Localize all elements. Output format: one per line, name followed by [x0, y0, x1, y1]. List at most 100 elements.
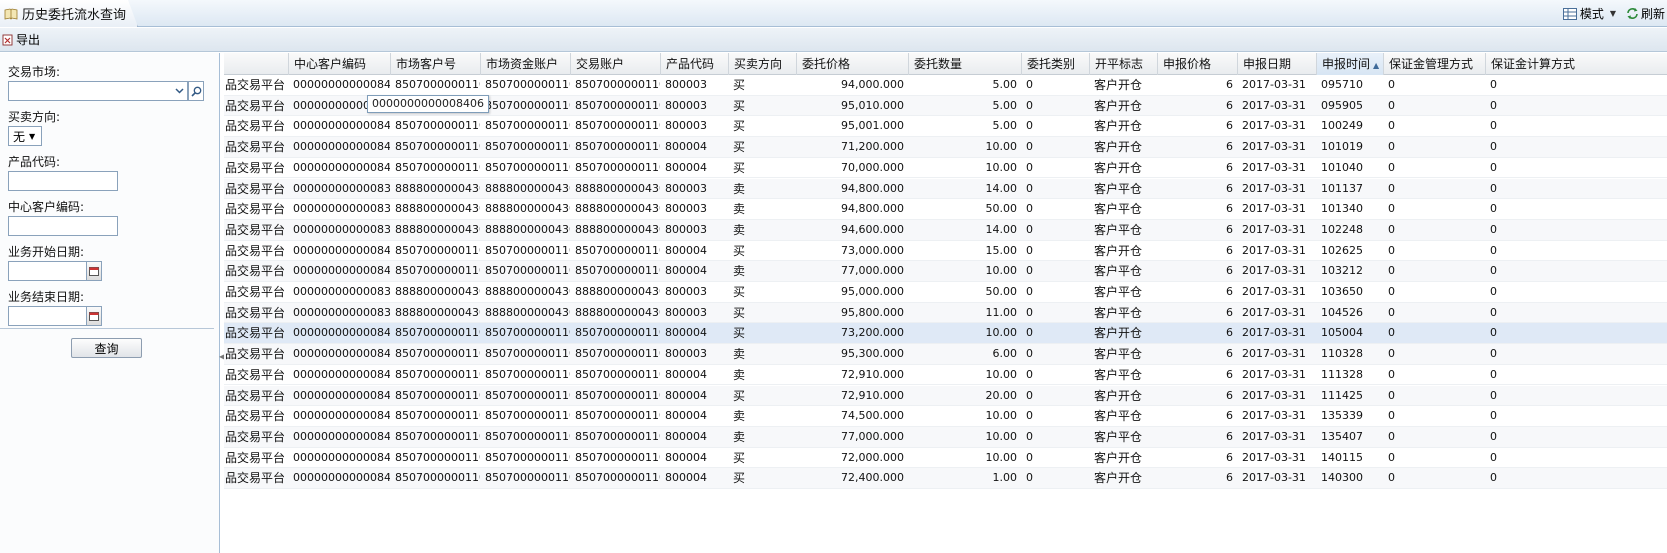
cell-declared-price: 6 [1226, 285, 1233, 298]
cell-declared-price: 6 [1226, 450, 1233, 464]
column-header-order-type[interactable]: 委托类别 [1021, 53, 1089, 75]
table-row[interactable]: 品交易平台 0000000000008406 85070000001101 85070… [224, 323, 1667, 345]
cell-order-type: 0 [1026, 264, 1033, 278]
search-icon[interactable] [188, 81, 204, 101]
cell-declared-time: 135339 [1321, 409, 1363, 423]
direction-select[interactable]: 无 ▼ [8, 126, 42, 146]
calendar-icon[interactable] [86, 261, 102, 281]
end-date-input[interactable] [8, 306, 87, 326]
column-header-product-code[interactable]: 产品代码 [660, 53, 728, 75]
table-row[interactable]: 品交易平台 0000000000008406 85070000001101 85070… [224, 385, 1667, 407]
column-header-declared-time[interactable]: 申报时间 ▲ [1316, 53, 1383, 75]
cell-order-price: 72,400.000 [841, 471, 904, 485]
cell-center-client-code: 0000000000008406 [293, 78, 390, 91]
cell-declared-time: 102248 [1321, 222, 1363, 236]
cell-center-client-code: 0000000000008406 [293, 450, 390, 464]
cell-order-price: 95,800.000 [841, 305, 904, 319]
column-header-open-close-flag[interactable]: 开平标志 [1089, 53, 1157, 75]
table-row[interactable]: 品交易平台 0000000000008406 85070000001101 85070… [224, 116, 1667, 138]
column-header-margin-calc-mode[interactable]: 保证金计算方式 [1485, 53, 1595, 75]
cell-row-prefix: 品交易平台 [225, 429, 286, 444]
table-row[interactable]: 品交易平台 0000000000008406 85070000001101 85070… [224, 365, 1667, 386]
product-code-input[interactable] [8, 171, 118, 191]
cell-market-fund-account: 85070000001101 [485, 98, 570, 112]
cell-open-close-flag: 客户平仓 [1094, 285, 1143, 299]
cell-product-code: 800004 [665, 429, 707, 443]
column-header-row-prefix[interactable] [224, 53, 288, 75]
column-header-margin-mgmt-mode[interactable]: 保证金管理方式 [1383, 53, 1485, 75]
cell-order-quantity: 50.00 [985, 285, 1018, 298]
cell-order-quantity: 10.00 [985, 429, 1018, 443]
column-header-market-client-no[interactable]: 市场客户号 [390, 53, 480, 75]
cell-margin-mgmt-mode: 0 [1388, 429, 1395, 443]
mode-button[interactable]: 模式 [1562, 5, 1604, 22]
cell-buy-sell-direction: 买 [733, 471, 746, 486]
market-combobox[interactable] [8, 81, 188, 101]
chevron-down-icon[interactable] [171, 81, 187, 101]
product-code-label: 产品代码: [8, 155, 61, 169]
table-row[interactable]: 品交易平台 0000000000008406 85070000001101 85070… [224, 158, 1667, 179]
table-row[interactable]: 品交易平台 0000000000008406 85070000001101 85070… [224, 406, 1667, 427]
column-header-buy-sell-direction[interactable]: 买卖方向 [728, 53, 796, 75]
column-header-market-fund-account[interactable]: 市场资金账户 [480, 53, 570, 75]
table-row[interactable]: 品交易平台 0000000000008391 88880000004301 88880… [224, 178, 1667, 200]
cell-order-type: 0 [1026, 471, 1033, 485]
cell-market-client-no: 88880000004301 [395, 181, 480, 195]
table-row[interactable]: 品交易平台 0000000000008406 85070000001101 85070… [224, 448, 1667, 469]
cell-market-client-no: 85070000001101 [395, 119, 480, 133]
cell-row-prefix: 品交易平台 [225, 326, 286, 341]
cell-open-close-flag: 客户平仓 [1094, 181, 1143, 196]
table-row[interactable]: 品交易平台 0000000000008406 85070000001101 85070… [224, 241, 1667, 262]
cell-trade-account: 88880000004301 [575, 285, 660, 298]
column-header-order-quantity[interactable]: 委托数量 [908, 53, 1021, 75]
export-button[interactable]: 导出 [2, 31, 40, 48]
orders-grid: 中心客户编码 市场客户号 市场资金账户 交易账户 产品代码 买卖方向 委托价格 委托数量 委托类… [224, 53, 1667, 553]
cell-declared-time: 135407 [1321, 429, 1363, 443]
table-row[interactable]: 品交易平台 0000000000008406 85070000001101 85070… [224, 261, 1667, 282]
cell-margin-mgmt-mode: 0 [1388, 119, 1395, 133]
cell-declared-date: 2017-03-31 [1242, 140, 1306, 154]
cell-order-quantity: 10.00 [985, 367, 1018, 381]
cell-center-client-code: 0000000000008406 [293, 409, 390, 423]
cell-order-quantity: 5.00 [992, 98, 1018, 112]
tab-history-orders[interactable]: 历史委托流水查询 [0, 0, 138, 27]
table-row[interactable]: 品交易平台 0000000000008406 85070000001101 85070… [224, 75, 1667, 96]
cell-trade-account: 85070000001101 [575, 243, 660, 257]
cell-declared-time: 104526 [1321, 305, 1363, 319]
cell-center-client-code: 0000000000008406 [293, 243, 390, 257]
cell-order-type: 0 [1026, 181, 1033, 195]
cell-center-client-code: 0000000000008391 [293, 202, 390, 216]
table-row[interactable]: 品交易平台 0000000000008406 85070000001101 85070… [224, 426, 1667, 448]
table-row[interactable]: 品交易平台 0000000000008406 85070000001101 85070… [224, 137, 1667, 158]
column-header-trade-account[interactable]: 交易账户 [570, 53, 660, 75]
cell-market-client-no: 85070000001101 [395, 450, 480, 464]
start-date-input[interactable] [8, 261, 87, 281]
table-row[interactable]: 品交易平台 0000000000008391 88880000004301 88880… [224, 302, 1667, 324]
center-client-input[interactable] [8, 216, 118, 236]
refresh-button[interactable]: 刷新 [1626, 5, 1665, 22]
column-header-order-price[interactable]: 委托价格 [796, 53, 908, 75]
cell-product-code: 800004 [665, 326, 707, 340]
table-row[interactable]: 品交易平台 0000000000008391 88880000004301 88880… [224, 219, 1667, 241]
table-row[interactable]: 品交易平台 0000000000008406 85070000001101 85070… [224, 468, 1667, 489]
cell-buy-sell-direction: 买 [733, 98, 746, 113]
chevron-down-icon[interactable]: ▼ [1610, 9, 1616, 18]
cell-declared-date: 2017-03-31 [1242, 347, 1306, 361]
cell-declared-price: 6 [1226, 409, 1233, 423]
cell-declared-price: 6 [1226, 140, 1233, 154]
cell-product-code: 800003 [665, 202, 707, 216]
cell-declared-date: 2017-03-31 [1242, 181, 1306, 195]
cell-declared-time: 095905 [1321, 98, 1363, 112]
cell-market-client-no: 85070000001101 [395, 140, 480, 154]
cell-center-client-code: 0000000000008406 [293, 160, 390, 174]
table-row[interactable]: 品交易平台 0000000000008391 88880000004301 88880… [224, 282, 1667, 303]
column-header-declared-price[interactable]: 申报价格 [1157, 53, 1237, 75]
query-button[interactable]: 查询 [71, 338, 142, 358]
cell-declared-price: 6 [1226, 388, 1233, 402]
table-row[interactable]: 品交易平台 0000000000008406 85070000001101 85070… [224, 344, 1667, 365]
column-header-center-client-code[interactable]: 中心客户编码 [288, 53, 390, 75]
calendar-icon[interactable] [86, 306, 102, 326]
column-header-declared-date[interactable]: 申报日期 [1237, 53, 1316, 75]
cell-row-prefix: 品交易平台 [225, 450, 286, 465]
table-row[interactable]: 品交易平台 0000000000008391 88880000004301 88880… [224, 199, 1667, 220]
